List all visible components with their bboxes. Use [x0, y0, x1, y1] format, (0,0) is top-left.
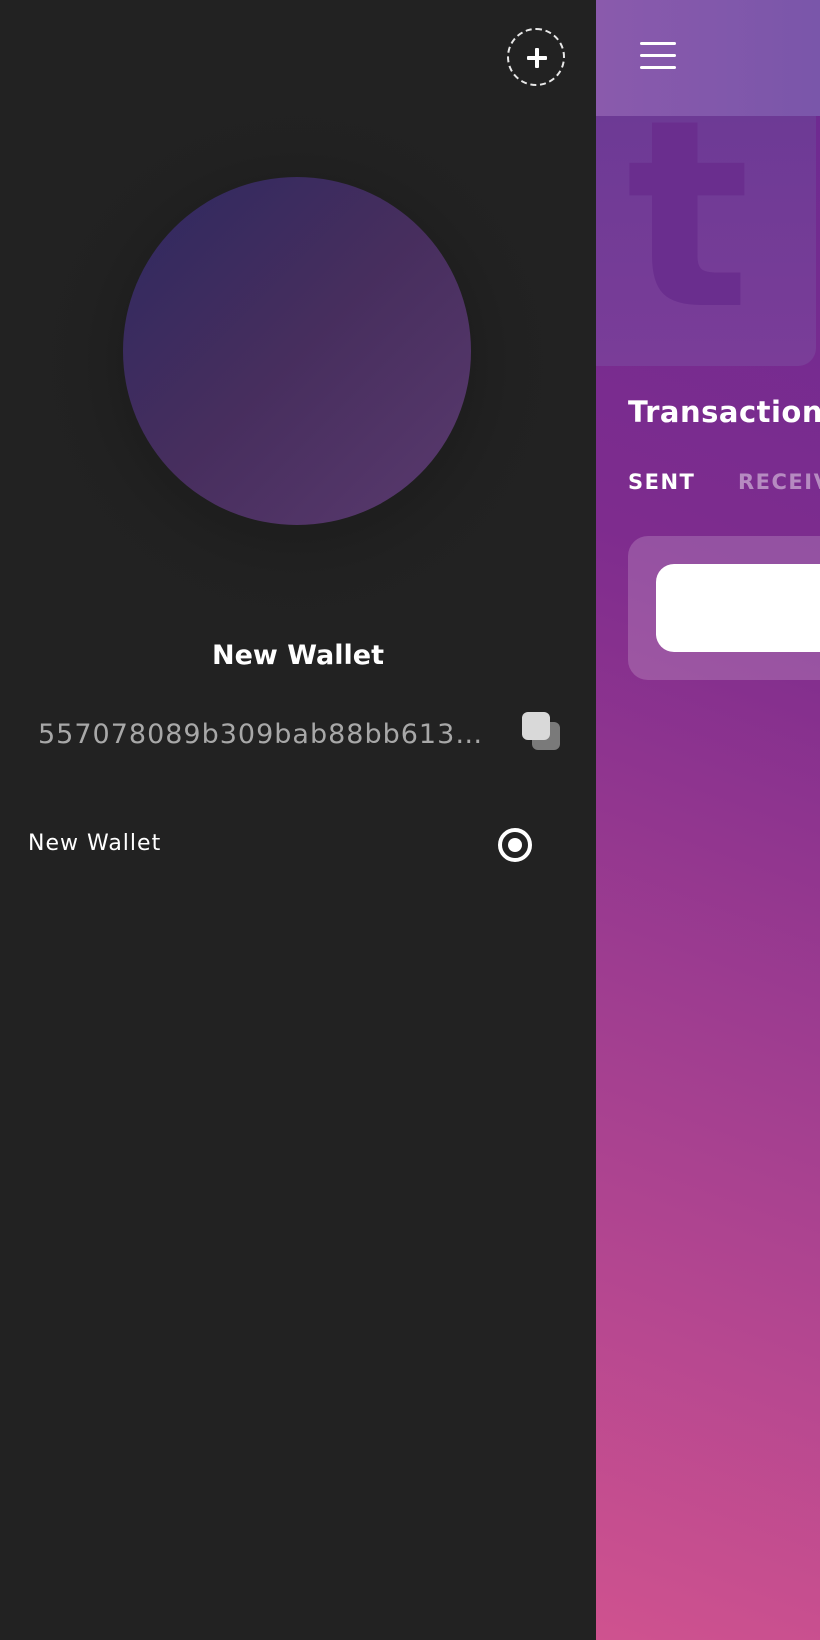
navigation-drawer: New Wallet 557078089b309bab88bb613d... N… [0, 0, 596, 1640]
tab-sent[interactable]: SENT [628, 470, 695, 494]
wallet-avatar [123, 177, 471, 525]
transactions-title: Transactions [628, 395, 820, 429]
logo-letter: t [626, 116, 751, 366]
add-wallet-button[interactable] [507, 28, 565, 86]
wallet-name: New Wallet [211, 640, 385, 671]
tab-received[interactable]: RECEIVED [738, 470, 820, 494]
copy-icon[interactable] [522, 712, 562, 752]
main-panel: t Transactions SENT RECEIVED [596, 0, 820, 1640]
hamburger-menu-icon[interactable] [640, 42, 676, 70]
radio-selected-icon[interactable] [498, 828, 532, 862]
app-bar [596, 0, 820, 116]
transaction-card [628, 536, 820, 680]
wallet-address: 557078089b309bab88bb613d... [38, 719, 493, 750]
wallet-list-label: New Wallet [28, 831, 162, 856]
transaction-item[interactable] [656, 564, 820, 652]
logo-card: t [596, 116, 816, 366]
